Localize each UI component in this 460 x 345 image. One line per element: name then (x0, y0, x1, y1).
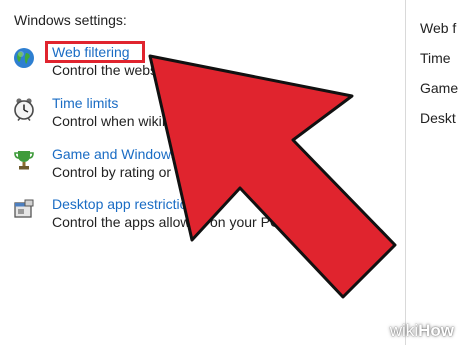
web-filtering-description: Control the websi (52, 62, 161, 78)
setting-desktop-apps: Desktop app restrictions Control the app… (0, 196, 405, 240)
globe-icon (12, 46, 36, 70)
right-summary-panel: Web f Time Game Deskt (405, 0, 460, 345)
right-item-web-filtering[interactable]: Web f (420, 20, 456, 36)
desktop-apps-link[interactable]: Desktop app restrictions (52, 196, 202, 212)
trophy-icon (12, 148, 36, 172)
clock-icon (12, 97, 36, 121)
desktop-apps-description: Control the apps allowed on your PC (52, 214, 281, 230)
time-limits-description: Control when wikiHow u (52, 113, 202, 129)
section-heading: Windows settings: (14, 12, 127, 28)
setting-game-store: Game and Windows Store ap Control by rat… (0, 146, 405, 190)
app-window-icon (12, 198, 36, 222)
settings-panel: Windows settings: Web filtering Control … (0, 0, 405, 345)
highlight-box (45, 41, 145, 63)
game-store-description: Control by rating or title (52, 164, 197, 180)
page: Windows settings: Web filtering Control … (0, 0, 460, 345)
time-limits-link[interactable]: Time limits (52, 95, 118, 111)
right-item-desktop[interactable]: Deskt (420, 110, 456, 126)
right-item-game[interactable]: Game (420, 80, 458, 96)
right-item-time-limits[interactable]: Time (420, 50, 451, 66)
setting-web-filtering: Web filtering Control the websi (0, 41, 405, 88)
setting-time-limits: Time limits Control when wikiHow u (0, 95, 405, 139)
game-store-link[interactable]: Game and Windows Store ap (52, 146, 235, 162)
wikihow-watermark: wikiHow (389, 321, 454, 340)
